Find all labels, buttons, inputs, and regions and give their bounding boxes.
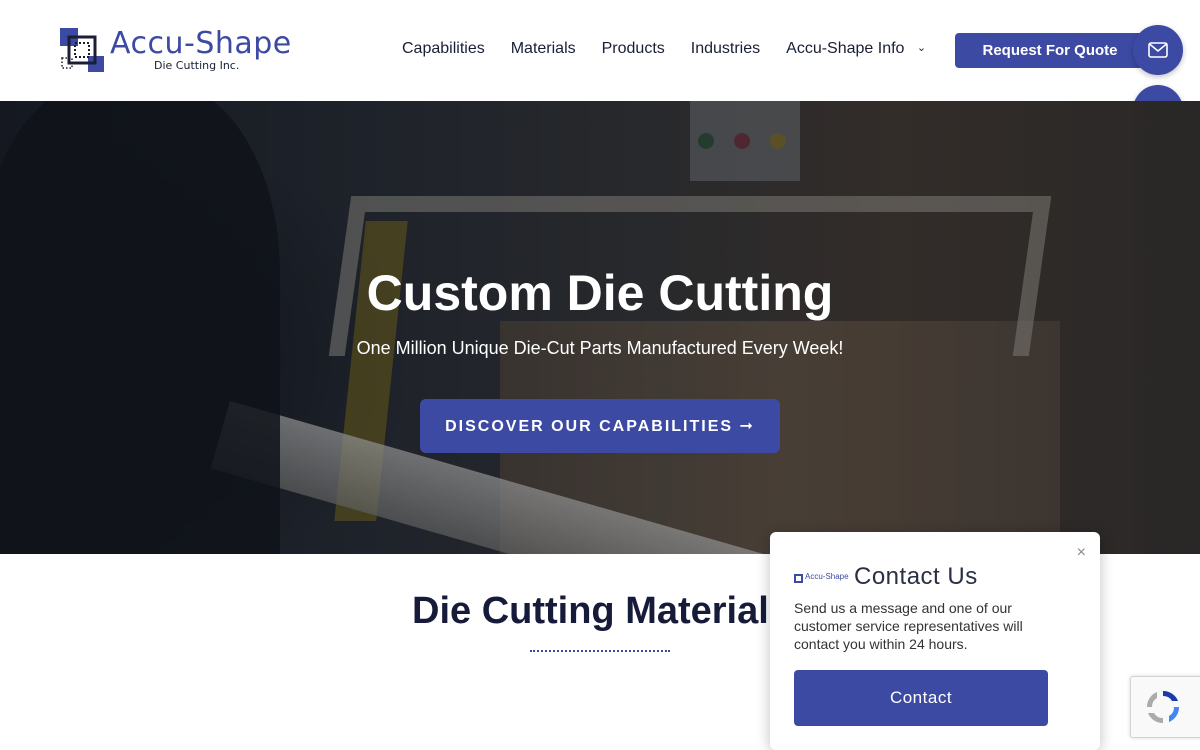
nav-products[interactable]: Products bbox=[602, 40, 665, 58]
recaptcha-icon bbox=[1146, 690, 1180, 724]
popup-title: Contact Us bbox=[854, 563, 978, 590]
nav-capabilities[interactable]: Capabilities bbox=[402, 40, 485, 58]
email-fab-button[interactable] bbox=[1133, 25, 1183, 75]
contact-button[interactable]: Contact bbox=[794, 670, 1048, 726]
site-logo[interactable]: Accu-Shape Die Cutting Inc. bbox=[60, 26, 300, 74]
nav-accu-shape-info-label: Accu-Shape Info bbox=[786, 40, 905, 57]
hero-subtitle: One Million Unique Die-Cut Parts Manufac… bbox=[356, 338, 844, 358]
popup-logo: Accu-Shape bbox=[794, 572, 849, 586]
close-icon[interactable]: × bbox=[1077, 544, 1086, 562]
popup-logo-text: Accu-Shape bbox=[805, 572, 849, 581]
nav-industries[interactable]: Industries bbox=[691, 40, 760, 58]
section-title: Die Cutting Materials bbox=[412, 590, 790, 632]
logo-tagline: Die Cutting Inc. bbox=[154, 59, 240, 72]
chevron-down-icon: ⌄ bbox=[916, 42, 927, 54]
popup-logo-mark-icon bbox=[794, 574, 803, 583]
hero-overlay bbox=[0, 101, 1200, 554]
envelope-icon bbox=[1148, 42, 1168, 58]
site-header: Accu-Shape Die Cutting Inc. Capabilities… bbox=[0, 0, 1200, 101]
logo-wordmark: Accu-Shape bbox=[110, 26, 292, 61]
contact-popup: × Accu-Shape Contact Us Send us a messag… bbox=[770, 532, 1100, 750]
main-nav: Capabilities Materials Products Industri… bbox=[402, 40, 952, 58]
logo-mark-icon bbox=[60, 28, 104, 72]
nav-materials[interactable]: Materials bbox=[511, 40, 576, 58]
nav-accu-shape-info[interactable]: Accu-Shape Info ⌄ bbox=[786, 40, 926, 58]
popup-message: Send us a message and one of our custome… bbox=[794, 600, 1023, 652]
request-quote-button[interactable]: Request For Quote bbox=[955, 33, 1145, 68]
section-divider bbox=[530, 650, 670, 652]
discover-capabilities-button[interactable]: DISCOVER OUR CAPABILITIES ➞ bbox=[420, 399, 780, 453]
hero-banner: Custom Die Cutting One Million Unique Di… bbox=[0, 101, 1200, 554]
recaptcha-badge[interactable] bbox=[1130, 676, 1200, 738]
hero-title: Custom Die Cutting bbox=[366, 265, 834, 321]
